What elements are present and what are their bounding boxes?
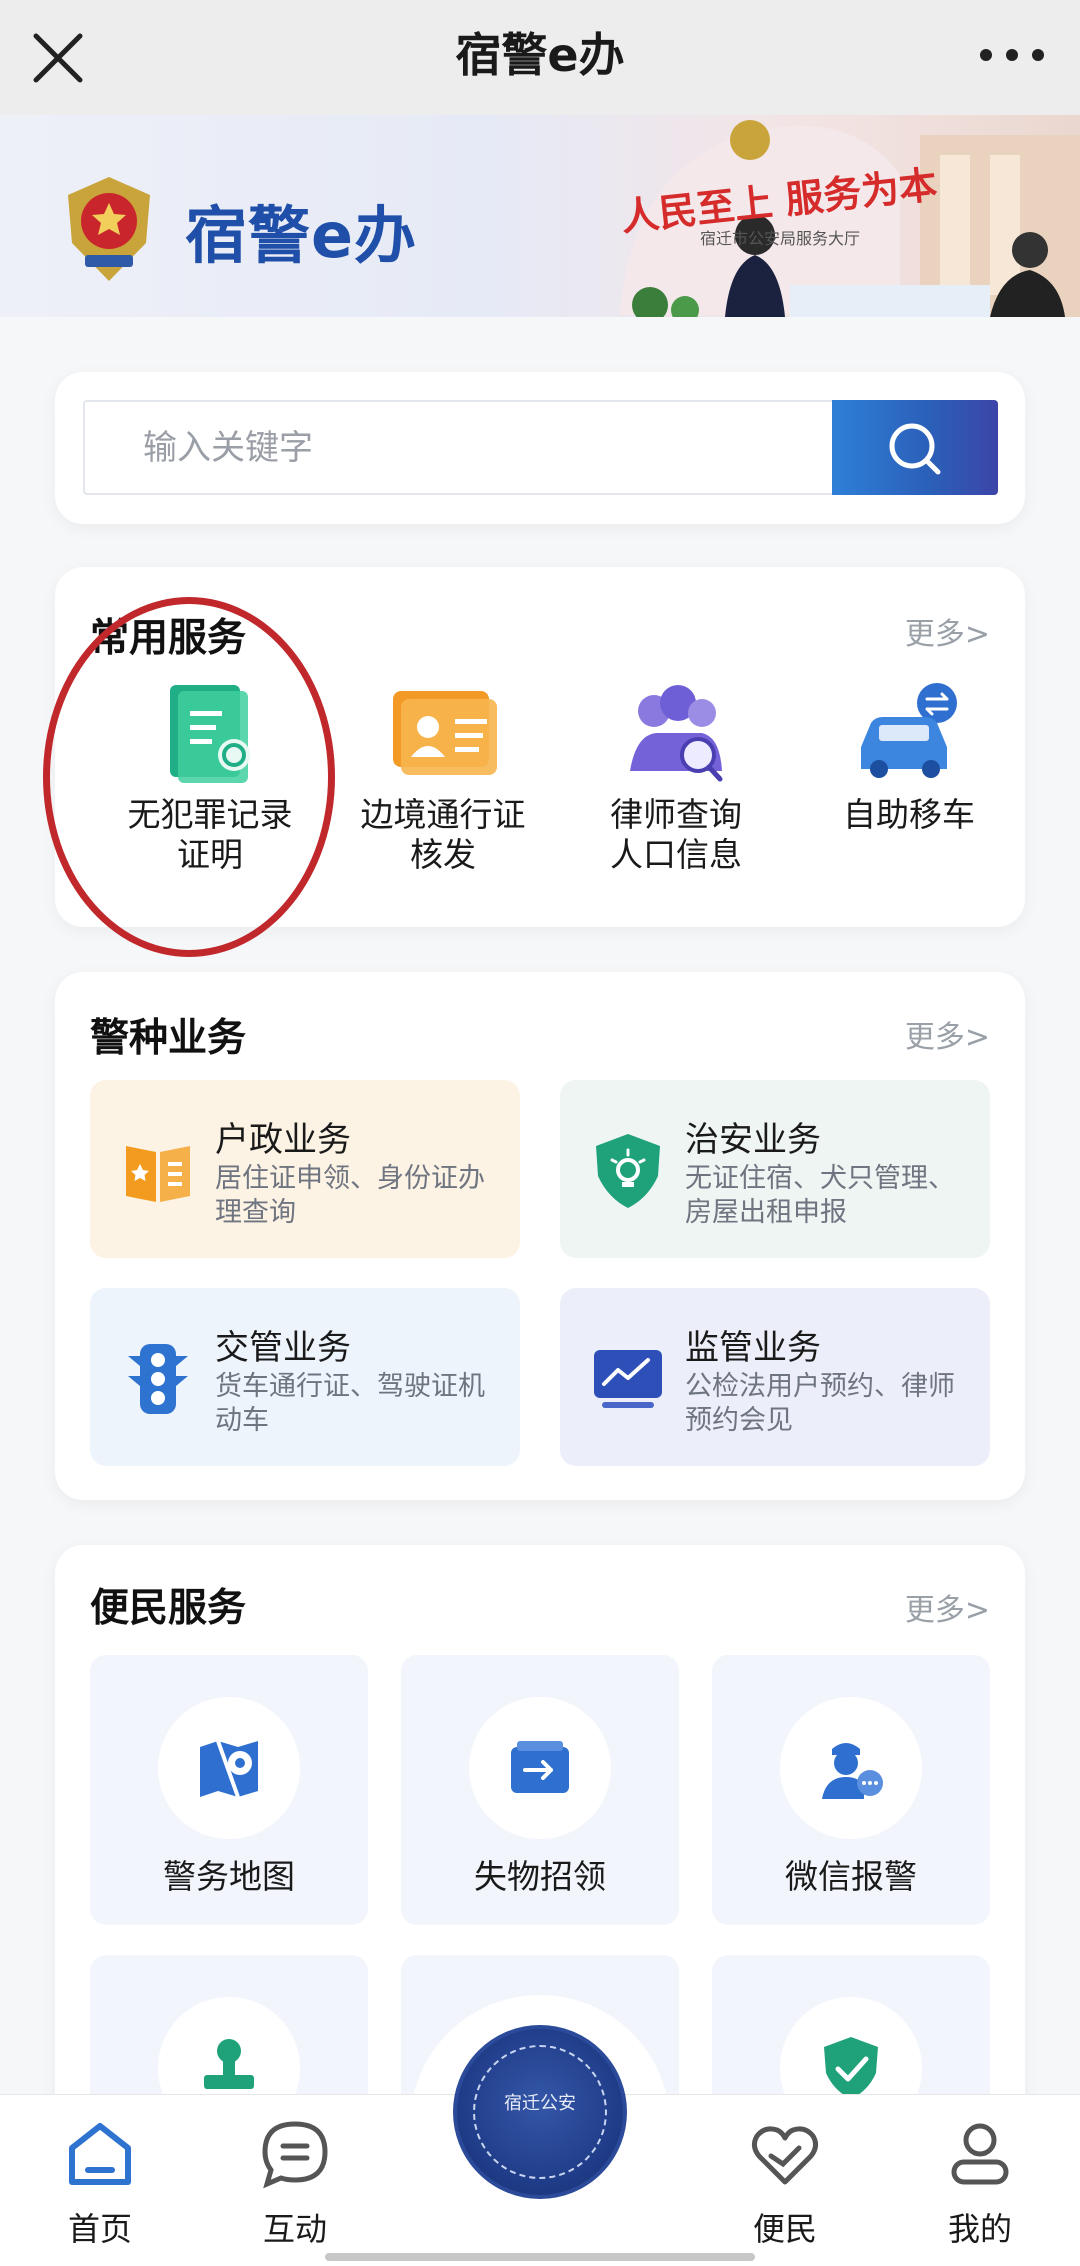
tile-label: 警务地图 xyxy=(163,1857,295,1896)
badge-text: 宿迁公安 xyxy=(504,2093,576,2114)
police-badge-button[interactable]: 宿迁公安 xyxy=(453,2025,627,2199)
nav-label: 便民 xyxy=(752,2210,817,2248)
business-desc: 无证住宿、犬只管理、房屋出租申报 xyxy=(685,1163,955,1228)
shield-check-icon xyxy=(824,2037,878,2099)
business-title: 户政业务 xyxy=(215,1120,351,1160)
banner-subtitle: 宿迁市公安局服务大厅 xyxy=(700,229,861,248)
business-desc: 货车通行证、驾驶证机动车 xyxy=(215,1371,485,1436)
monitor-chart-icon xyxy=(594,1350,662,1408)
tile-label: 微信报警 xyxy=(785,1857,917,1896)
hero-banner: 宿警e办 人民至上 服务为本 宿迁市公安局服务大厅 xyxy=(0,115,1080,317)
section-title: 常用服务 xyxy=(90,616,247,661)
police-more-link[interactable]: 更多> xyxy=(905,1012,990,1056)
service-no-criminal-record[interactable]: 无犯罪记录 证明 xyxy=(90,677,330,875)
business-traffic[interactable]: 交管业务 货车通行证、驾驶证机动车 xyxy=(90,1288,520,1466)
business-desc: 居住证申领、身份证办理查询 xyxy=(215,1163,485,1228)
nav-label: 首页 xyxy=(67,2210,132,2248)
chat-icon xyxy=(262,2121,328,2189)
police-business-card: 警种业务 更多> 户政业务 居住证申领、身份证办理查询 治安业务 无证住宿、犬只… xyxy=(55,972,1025,1500)
map-icon xyxy=(200,1740,258,1798)
nav-home[interactable]: 首页 xyxy=(30,2118,170,2250)
search-icon xyxy=(889,423,941,475)
car-icon xyxy=(861,683,957,778)
service-police-map[interactable]: 警务地图 xyxy=(90,1655,368,1925)
shield-icon xyxy=(596,1134,660,1208)
nav-convenience[interactable]: 便民 xyxy=(715,2118,855,2250)
business-public-security[interactable]: 治安业务 无证住宿、犬只管理、房屋出租申报 xyxy=(560,1080,990,1258)
search-box xyxy=(83,400,998,495)
common-services-card: 常用服务 更多> 无犯罪记录 证明 边境通行证 核发 律师查询 人口信息 自助移… xyxy=(43,567,1025,957)
stamp-icon xyxy=(204,2039,254,2089)
heart-hand-icon xyxy=(751,2126,819,2185)
section-title: 警种业务 xyxy=(90,1016,247,1061)
business-title: 治安业务 xyxy=(685,1120,821,1160)
traffic-light-icon xyxy=(128,1344,188,1414)
tile-label: 失物招领 xyxy=(474,1857,606,1896)
search-button[interactable] xyxy=(832,400,998,495)
officer-chat-icon xyxy=(822,1743,883,1799)
wallet-icon xyxy=(511,1741,569,1793)
convenience-more-link[interactable]: 更多> xyxy=(905,1585,990,1629)
id-card-icon xyxy=(393,691,497,775)
service-wechat-alarm[interactable]: 微信报警 xyxy=(712,1655,990,1925)
police-emblem-icon xyxy=(68,177,150,281)
nav-me[interactable]: 我的 xyxy=(910,2118,1050,2250)
business-title: 交管业务 xyxy=(215,1328,351,1368)
certificate-icon xyxy=(170,685,250,783)
service-label: 自助移车 xyxy=(843,795,975,834)
book-icon xyxy=(126,1146,190,1202)
nav-interact[interactable]: 互动 xyxy=(225,2118,365,2250)
business-title: 监管业务 xyxy=(685,1328,821,1368)
search-input[interactable] xyxy=(85,402,830,493)
user-icon xyxy=(951,2123,1009,2185)
common-more-link[interactable]: 更多> xyxy=(905,609,990,653)
more-dots-icon[interactable] xyxy=(972,30,1052,80)
service-label: 核发 xyxy=(410,835,476,874)
top-bar: 宿警e办 xyxy=(0,0,1080,115)
home-indicator xyxy=(325,2253,755,2261)
service-move-car[interactable]: 自助移车 xyxy=(789,677,1029,835)
business-supervision[interactable]: 监管业务 公检法用户预约、律师预约会见 xyxy=(560,1288,990,1466)
service-label: 边境通行证 xyxy=(360,795,526,834)
search-card xyxy=(55,372,1025,524)
nav-label: 互动 xyxy=(262,2210,327,2248)
banner-brand: 宿警e办 xyxy=(185,199,418,272)
people-search-icon xyxy=(630,685,723,782)
section-title: 便民服务 xyxy=(90,1586,247,1631)
service-label: 证明 xyxy=(177,835,243,874)
home-icon xyxy=(69,2123,131,2185)
service-label: 人口信息 xyxy=(610,835,742,874)
nav-label: 我的 xyxy=(947,2210,1012,2248)
business-desc: 公检法用户预约、律师预约会见 xyxy=(685,1371,955,1436)
service-lost-found[interactable]: 失物招领 xyxy=(401,1655,679,1925)
business-household[interactable]: 户政业务 居住证申领、身份证办理查询 xyxy=(90,1080,520,1258)
service-label: 无犯罪记录 xyxy=(127,795,293,834)
page-title: 宿警e办 xyxy=(455,28,625,82)
service-label: 律师查询 xyxy=(610,795,742,834)
service-border-pass[interactable]: 边境通行证 核发 xyxy=(323,677,563,875)
service-lawyer-query[interactable]: 律师查询 人口信息 xyxy=(556,677,796,875)
